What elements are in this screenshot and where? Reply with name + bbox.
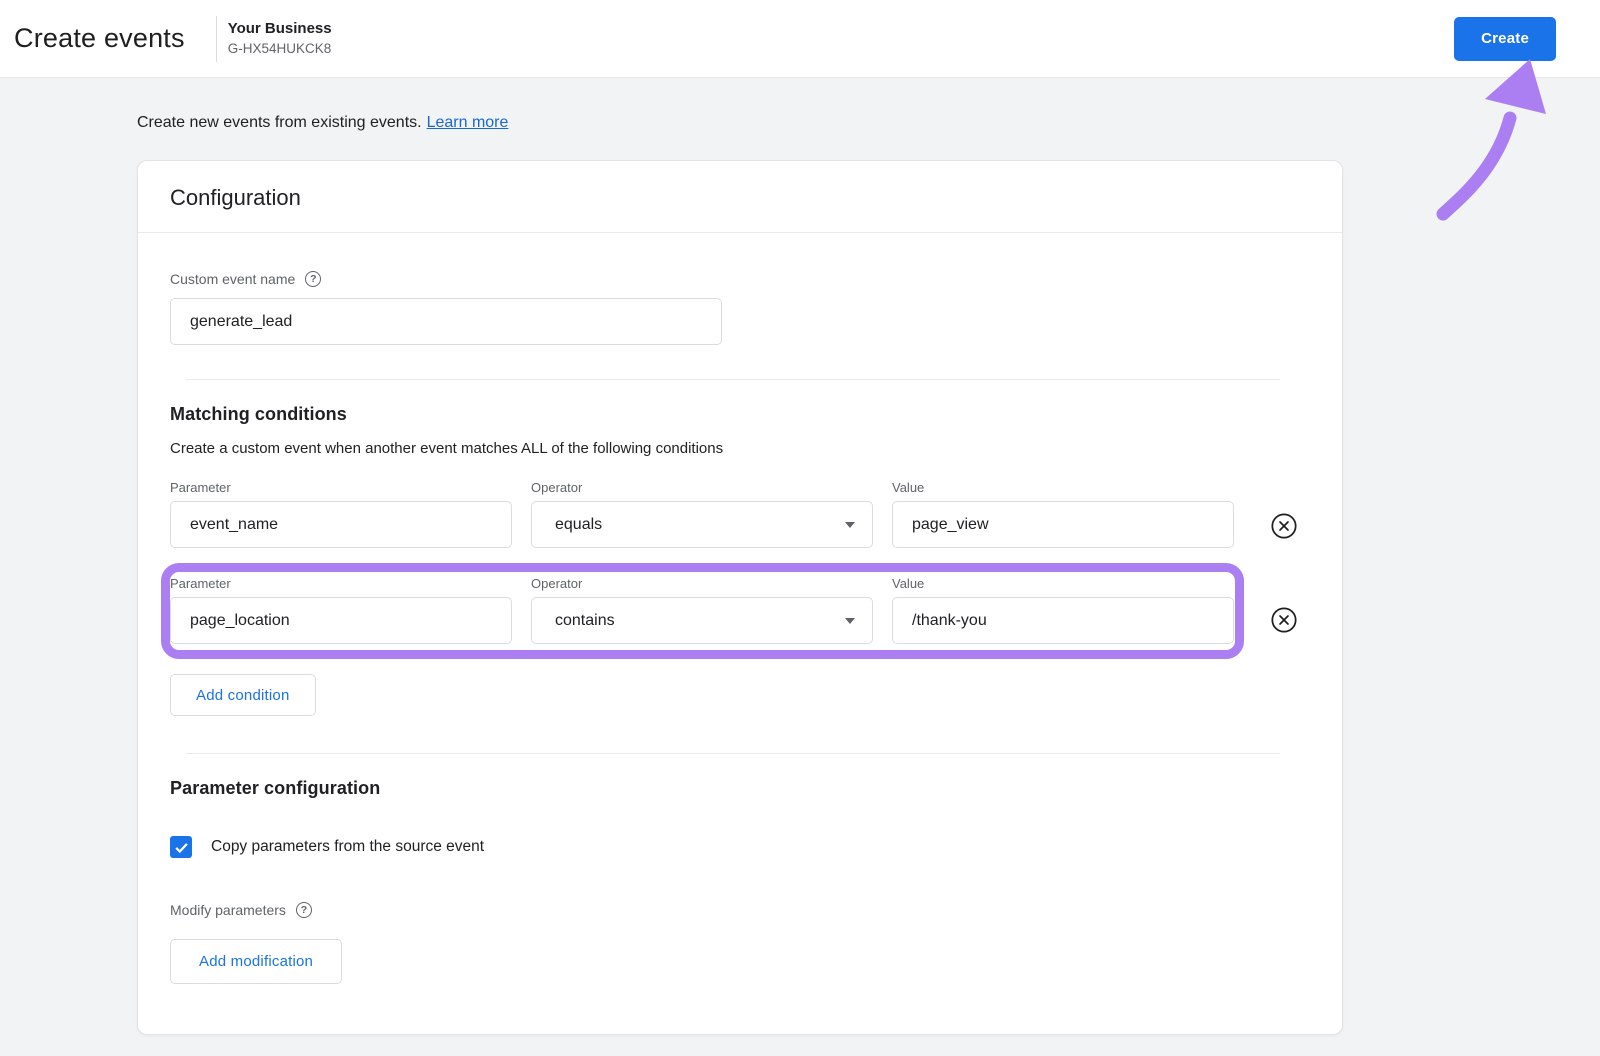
parameter-field-group: Parameter xyxy=(170,480,512,548)
parameter-configuration-heading: Parameter configuration xyxy=(170,778,381,798)
value-column-label: Value xyxy=(892,576,925,591)
parameter-field-group: Parameter xyxy=(170,576,512,644)
main-content: Create new events from existing events. L… xyxy=(0,78,1600,1035)
custom-event-name-label-row: Custom event name ? xyxy=(170,271,1310,287)
card-title-divider xyxy=(138,232,1342,233)
modify-parameters-label-row: Modify parameters ? xyxy=(170,902,1310,918)
add-condition-button[interactable]: Add condition xyxy=(170,674,316,716)
checkmark-icon xyxy=(174,842,188,853)
section-divider xyxy=(186,379,1280,380)
condition-1-remove-button[interactable] xyxy=(1270,512,1298,540)
remove-circle-icon xyxy=(1271,513,1297,539)
learn-more-link[interactable]: Learn more xyxy=(427,114,509,131)
configuration-card: Configuration Custom event name ? Matchi… xyxy=(137,160,1343,1035)
condition-2-value-input[interactable] xyxy=(892,597,1234,644)
operator-field-group: Operator equals xyxy=(531,480,873,548)
condition-row-2-fields: Parameter Operator contains xyxy=(170,576,1235,644)
matching-conditions-heading: Matching conditions xyxy=(170,404,347,424)
help-icon[interactable]: ? xyxy=(305,271,322,287)
header: Create events Your Business G-HX54HUKCK8… xyxy=(0,0,1600,78)
dropdown-arrow-icon xyxy=(845,617,855,624)
condition-1-operator-select[interactable]: equals xyxy=(531,501,873,548)
condition-row-2: Parameter Operator contains xyxy=(161,563,1310,659)
page: Create events Your Business G-HX54HUKCK8… xyxy=(0,0,1600,1056)
custom-event-name-input[interactable] xyxy=(170,298,722,345)
operator-field-group: Operator contains xyxy=(531,576,873,644)
copy-parameters-checkbox[interactable] xyxy=(170,836,192,858)
copy-parameters-label: Copy parameters from the source event xyxy=(211,838,485,855)
condition-1-value-input[interactable] xyxy=(892,501,1234,548)
header-vertical-divider xyxy=(215,15,217,62)
value-field-group: Value xyxy=(892,576,1234,644)
condition-1-parameter-input[interactable] xyxy=(170,501,512,548)
value-column-label: Value xyxy=(892,480,925,495)
parameter-column-label: Parameter xyxy=(170,480,231,495)
matching-conditions-description: Create a custom event when another event… xyxy=(170,440,724,457)
operator-column-label: Operator xyxy=(531,480,583,495)
add-modification-button[interactable]: Add modification xyxy=(170,939,343,984)
operator-column-label: Operator xyxy=(531,576,583,591)
highlight-annotation-ring: Parameter Operator contains xyxy=(161,563,1244,659)
condition-row-1-fields: Parameter Operator equals Value xyxy=(170,480,1310,548)
intro-text: Create new events from existing events. L… xyxy=(137,78,1600,132)
condition-2-operator-value: contains xyxy=(555,611,615,629)
condition-2-parameter-input[interactable] xyxy=(170,597,512,644)
copy-parameters-row[interactable]: Copy parameters from the source event xyxy=(170,836,1310,858)
condition-2-operator-select[interactable]: contains xyxy=(531,597,873,644)
section-divider xyxy=(186,753,1280,754)
parameter-column-label: Parameter xyxy=(170,576,231,591)
remove-circle-icon xyxy=(1271,607,1297,633)
condition-1-operator-value: equals xyxy=(555,515,603,533)
value-field-group: Value xyxy=(892,480,1234,548)
property-info: Your Business G-HX54HUKCK8 xyxy=(228,19,332,57)
card-body: Custom event name ? Matching conditions … xyxy=(138,271,1342,1034)
dropdown-arrow-icon xyxy=(845,521,855,528)
custom-event-name-label: Custom event name xyxy=(170,271,296,287)
create-button[interactable]: Create xyxy=(1454,16,1556,61)
condition-2-remove-button[interactable] xyxy=(1270,606,1298,634)
help-icon[interactable]: ? xyxy=(295,902,312,918)
property-id: G-HX54HUKCK8 xyxy=(227,40,332,56)
property-name: Your Business xyxy=(227,20,332,38)
intro-text-label: Create new events from existing events. xyxy=(137,114,422,131)
condition-row-1: Parameter Operator equals Value xyxy=(170,480,1310,548)
page-title: Create events xyxy=(14,23,185,53)
modify-parameters-label: Modify parameters xyxy=(170,902,286,918)
configuration-title: Configuration xyxy=(170,185,301,210)
